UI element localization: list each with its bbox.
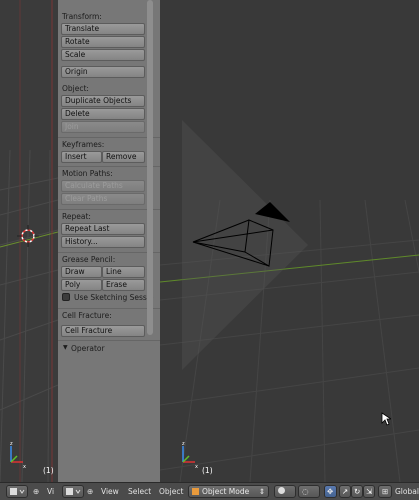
scale-manipulator-button[interactable]: ⇲ [363, 485, 375, 498]
grease-pencil-label: Grease Pencil: [62, 255, 116, 264]
axis-gizmo-icon: z x [10, 441, 26, 470]
viewport-shading-dropdown[interactable] [274, 485, 296, 498]
repeat-last-button[interactable]: Repeat Last [61, 223, 145, 235]
manipulator-icon: ✥ [327, 487, 334, 496]
editor-type-button[interactable] [6, 485, 28, 498]
menu-collapse-icon[interactable]: ⊕ [33, 486, 39, 497]
main-frame-number: (1) [202, 466, 213, 475]
object-mode-icon [192, 488, 199, 495]
pivot-icon: ◌ [302, 487, 309, 496]
svg-text:z: z [182, 441, 185, 447]
shading-sphere-icon [278, 487, 285, 494]
left-3d-viewport[interactable]: z x (1) [0, 0, 58, 482]
transform-orientation-label[interactable]: Global [395, 486, 419, 497]
viewport-header: ⊕ Vi ⊕ View Select Object Object Mode ⇕ ◌… [0, 482, 419, 500]
left-frame-number: (1) [43, 466, 54, 475]
draw-button[interactable]: Draw [61, 266, 102, 278]
svg-text:x: x [23, 464, 26, 470]
scale-button[interactable]: Scale [61, 49, 145, 61]
select-menu[interactable]: Select [128, 486, 151, 497]
remove-keyframe-button[interactable]: Remove [102, 151, 145, 163]
history-button[interactable]: History... [61, 236, 145, 248]
line-button[interactable]: Line [102, 266, 145, 278]
cell-fracture-label: Cell Fracture: [62, 311, 112, 320]
separator [58, 308, 160, 309]
rotate-manipulator-button[interactable]: ↻ [351, 485, 363, 498]
separator [58, 340, 160, 341]
separator [58, 252, 160, 253]
separator [58, 209, 160, 210]
menu-collapse-icon[interactable]: ⊕ [87, 486, 93, 497]
sketching-session-checkbox[interactable] [62, 293, 70, 301]
object-mode-dropdown[interactable]: Object Mode ⇕ [188, 485, 269, 498]
duplicate-objects-button[interactable]: Duplicate Objects [61, 95, 145, 107]
transform-label: Transform: [62, 12, 102, 21]
3d-cursor-icon[interactable] [17, 225, 39, 247]
transform-orientation-icon-button[interactable]: ⊞ [378, 485, 392, 498]
delete-button[interactable]: Delete [61, 108, 145, 120]
object-label: Object: [62, 84, 89, 93]
view-menu[interactable]: View [101, 486, 119, 497]
manipulator-toggle[interactable]: ✥ [324, 485, 337, 498]
keyframes-label: Keyframes: [62, 140, 105, 149]
orientation-icon: ⊞ [382, 487, 389, 496]
translate-button[interactable]: Translate [61, 23, 145, 35]
arrow-icon: ↗ [342, 487, 349, 496]
translate-manipulator-button[interactable]: ↗ [339, 485, 351, 498]
tool-shelf-scrollbar[interactable] [147, 0, 153, 335]
origin-button[interactable]: Origin [61, 66, 145, 78]
clear-paths-button[interactable]: Clear Paths [61, 193, 145, 205]
operator-panel-header[interactable]: Operator [71, 344, 105, 353]
cell-fracture-button[interactable]: Cell Fracture [61, 325, 145, 337]
svg-text:x: x [195, 464, 198, 470]
erase-button[interactable]: Erase [102, 279, 145, 291]
main-editor-type-button[interactable] [62, 485, 84, 498]
separator [58, 166, 160, 167]
editor-type-icon [10, 488, 25, 495]
separator [58, 137, 160, 138]
mouse-pointer-icon [381, 412, 391, 426]
pivot-point-dropdown[interactable]: ◌ [298, 485, 320, 498]
sketching-session-label: Use Sketching Sessio [74, 293, 154, 302]
scale-icon: ⇲ [366, 487, 373, 496]
join-button[interactable]: Join [61, 121, 145, 133]
motion-paths-label: Motion Paths: [62, 169, 113, 178]
insert-keyframe-button[interactable]: Insert [61, 151, 102, 163]
editor-type-icon [66, 488, 81, 495]
poly-button[interactable]: Poly [61, 279, 102, 291]
dropdown-arrow-icon: ⇕ [258, 487, 265, 496]
rotate-button[interactable]: Rotate [61, 36, 145, 48]
camera-object[interactable] [185, 190, 305, 280]
operator-expand-icon[interactable]: ▼ [63, 344, 68, 351]
tool-shelf-panel: Transform: Translate Rotate Scale Origin… [58, 0, 160, 482]
left-view-menu[interactable]: Vi [47, 486, 54, 497]
svg-text:z: z [10, 441, 13, 447]
main-axis-gizmo-icon: z x [182, 441, 198, 470]
main-3d-viewport[interactable]: z x (1) [160, 0, 419, 482]
repeat-label: Repeat: [62, 212, 91, 221]
object-mode-label: Object Mode [202, 487, 250, 496]
calculate-paths-button[interactable]: Calculate Paths [61, 180, 145, 192]
rotate-icon: ↻ [354, 487, 361, 496]
object-menu[interactable]: Object [159, 486, 183, 497]
